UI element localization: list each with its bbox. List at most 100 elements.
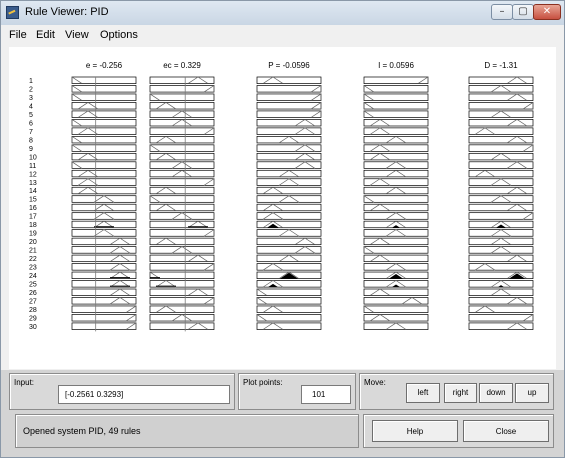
rule-cell	[149, 195, 215, 203]
plot-points-field[interactable]: 101	[301, 385, 351, 404]
rule-cell	[256, 93, 322, 101]
rule-cell	[256, 263, 322, 271]
rule-cell	[71, 212, 137, 220]
rule-number: 21	[29, 248, 37, 255]
menu-file[interactable]: File	[9, 29, 27, 41]
rule-cell	[256, 85, 322, 93]
variable-label: ec = 0.329	[163, 61, 201, 70]
menu-options[interactable]: Options	[100, 29, 138, 41]
rule-number: 16	[29, 205, 37, 212]
rule-cell	[71, 85, 137, 93]
input-label: Input:	[14, 378, 35, 387]
rule-cell	[363, 203, 429, 212]
move-up-button[interactable]: up	[515, 383, 549, 403]
window-close-button[interactable]: ✕	[533, 4, 561, 20]
rule-cell	[468, 136, 534, 144]
rule-number: 19	[29, 231, 37, 238]
move-left-button[interactable]: left	[406, 383, 440, 403]
rule-cell	[71, 136, 137, 144]
rule-cell	[468, 161, 534, 169]
rule-cell	[363, 136, 429, 144]
title-bar: Rule Viewer: PID – ▢ ✕	[1, 1, 564, 25]
rule-number: 27	[29, 298, 37, 305]
variable-label: P = -0.0596	[268, 61, 310, 70]
rule-cell	[149, 229, 215, 237]
rule-plot-area[interactable]: e = -0.256 ec = 0.329 P = -0.0596 I = 0.059…	[9, 47, 556, 369]
rule-cell	[363, 169, 429, 178]
rule-viewer-window: Rule Viewer: PID – ▢ ✕ File Edit View Op…	[0, 0, 565, 458]
menu-edit[interactable]: Edit	[36, 29, 55, 41]
rule-cell	[468, 229, 534, 237]
rule-cell	[149, 144, 215, 152]
rule-number: 6	[29, 120, 33, 127]
rule-cell	[256, 161, 322, 169]
rule-cell	[149, 152, 215, 161]
rule-number: 26	[29, 290, 37, 297]
rule-cell	[363, 254, 429, 263]
variable-label: e = -0.256	[86, 61, 123, 70]
rule-cell	[468, 203, 534, 212]
rule-cell	[363, 93, 429, 101]
rule-cell	[149, 246, 215, 254]
rule-number: 4	[29, 103, 33, 110]
rule-cell	[71, 186, 137, 195]
rule-cell	[71, 110, 137, 118]
rule-number: 17	[29, 214, 37, 221]
rule-cell	[71, 144, 137, 152]
rule-cell	[363, 161, 429, 169]
rule-cell	[256, 288, 322, 296]
rule-cell	[71, 297, 137, 305]
input-field[interactable]: [-0.2561 0.3293]	[58, 385, 230, 404]
move-panel: Move: left right down up	[359, 373, 554, 410]
matlab-app-icon	[6, 6, 19, 19]
close-button[interactable]: Close	[463, 420, 549, 442]
move-right-button[interactable]: right	[444, 383, 477, 403]
plot-points-panel: Plot points: 101	[238, 373, 356, 410]
rule-cell	[256, 314, 322, 322]
rule-cell	[149, 263, 215, 271]
rule-cell	[363, 110, 429, 118]
minimize-button[interactable]: –	[491, 4, 513, 20]
rule-cell	[363, 85, 429, 93]
variable-label: D = -1.31	[484, 61, 518, 70]
rule-number: 15	[29, 197, 37, 204]
rule-cell	[256, 237, 322, 246]
menu-view[interactable]: View	[65, 29, 89, 41]
rule-cell	[149, 186, 215, 195]
maximize-button[interactable]: ▢	[512, 4, 534, 20]
plot-points-label: Plot points:	[243, 378, 283, 387]
rule-cell	[468, 288, 534, 296]
rule-cell	[71, 246, 137, 254]
rule-number: 24	[29, 273, 37, 280]
rule-cell	[71, 203, 137, 212]
rule-cell	[256, 280, 322, 288]
rule-cell	[468, 237, 534, 246]
rule-cell	[468, 144, 534, 152]
rule-cell	[363, 178, 429, 186]
rule-cell	[256, 144, 322, 152]
rule-cell	[468, 297, 534, 305]
rule-cell	[71, 93, 137, 101]
rule-cell	[149, 322, 215, 330]
rule-number: 5	[29, 112, 33, 119]
rule-number: 9	[29, 146, 33, 153]
rule-cell	[256, 169, 322, 178]
rule-number: 13	[29, 180, 37, 187]
rule-cell	[363, 127, 429, 135]
rule-cell	[71, 288, 137, 296]
help-button[interactable]: Help	[372, 420, 458, 442]
rule-cell	[256, 127, 322, 135]
rule-cell	[363, 102, 429, 110]
variable-label: I = 0.0596	[378, 61, 414, 70]
move-down-button[interactable]: down	[479, 383, 513, 403]
rule-cell	[468, 305, 534, 313]
rule-cell	[468, 263, 534, 271]
rule-cell	[71, 195, 137, 203]
rule-cell	[363, 119, 429, 127]
rule-cell	[468, 322, 534, 330]
rule-cell	[363, 229, 429, 237]
rule-cell	[468, 314, 534, 322]
rule-cell	[363, 76, 429, 84]
rule-cell	[149, 178, 215, 186]
rule-cell	[256, 186, 322, 195]
